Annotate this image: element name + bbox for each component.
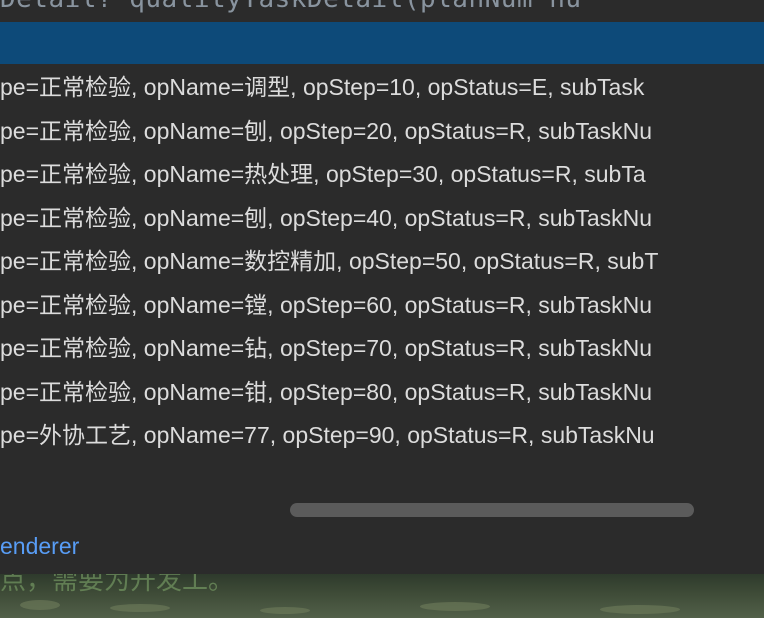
background-image-strip: 点，需要为开发工。 [0,574,764,618]
background-text: 点，需要为开发工。 [0,574,235,595]
list-item[interactable]: pe=外协工艺, opName=77, opStep=90, opStatus=… [0,414,764,458]
value-list: pe=正常检验, opName=调型, opStep=10, opStatus=… [0,66,764,458]
list-item[interactable]: pe=正常检验, opName=镗, opStep=60, opStatus=R… [0,284,764,328]
debug-value-popup: pe=正常检验, opName=调型, opStep=10, opStatus=… [0,22,764,575]
list-item[interactable]: pe=正常检验, opName=刨, opStep=40, opStatus=R… [0,197,764,241]
list-item[interactable]: pe=正常检验, opName=热处理, opStep=30, opStatus… [0,153,764,197]
list-item[interactable]: pe=正常检验, opName=钳, opStep=80, opStatus=R… [0,371,764,415]
horizontal-scrollbar[interactable] [0,496,764,522]
background-speck [260,607,310,614]
list-item[interactable]: pe=正常检验, opName=数控精加, opStep=50, opStatu… [0,240,764,284]
renderer-link[interactable]: enderer [0,528,79,564]
list-item[interactable]: pe=正常检验, opName=刨, opStep=20, opStatus=R… [0,110,764,154]
editor-code-line: Detail? qualityTaskDetail(planNum nu [0,0,582,14]
list-item[interactable]: pe=正常检验, opName=调型, opStep=10, opStatus=… [0,66,764,110]
scrollbar-thumb[interactable] [290,503,694,517]
background-speck [420,602,490,611]
selected-row-highlight[interactable] [0,22,764,64]
list-item[interactable]: pe=正常检验, opName=钻, opStep=70, opStatus=R… [0,327,764,371]
background-speck [20,600,60,610]
background-speck [110,604,170,612]
editor-code-area: Detail? qualityTaskDetail(planNum nu [0,0,764,22]
background-speck [600,605,680,614]
